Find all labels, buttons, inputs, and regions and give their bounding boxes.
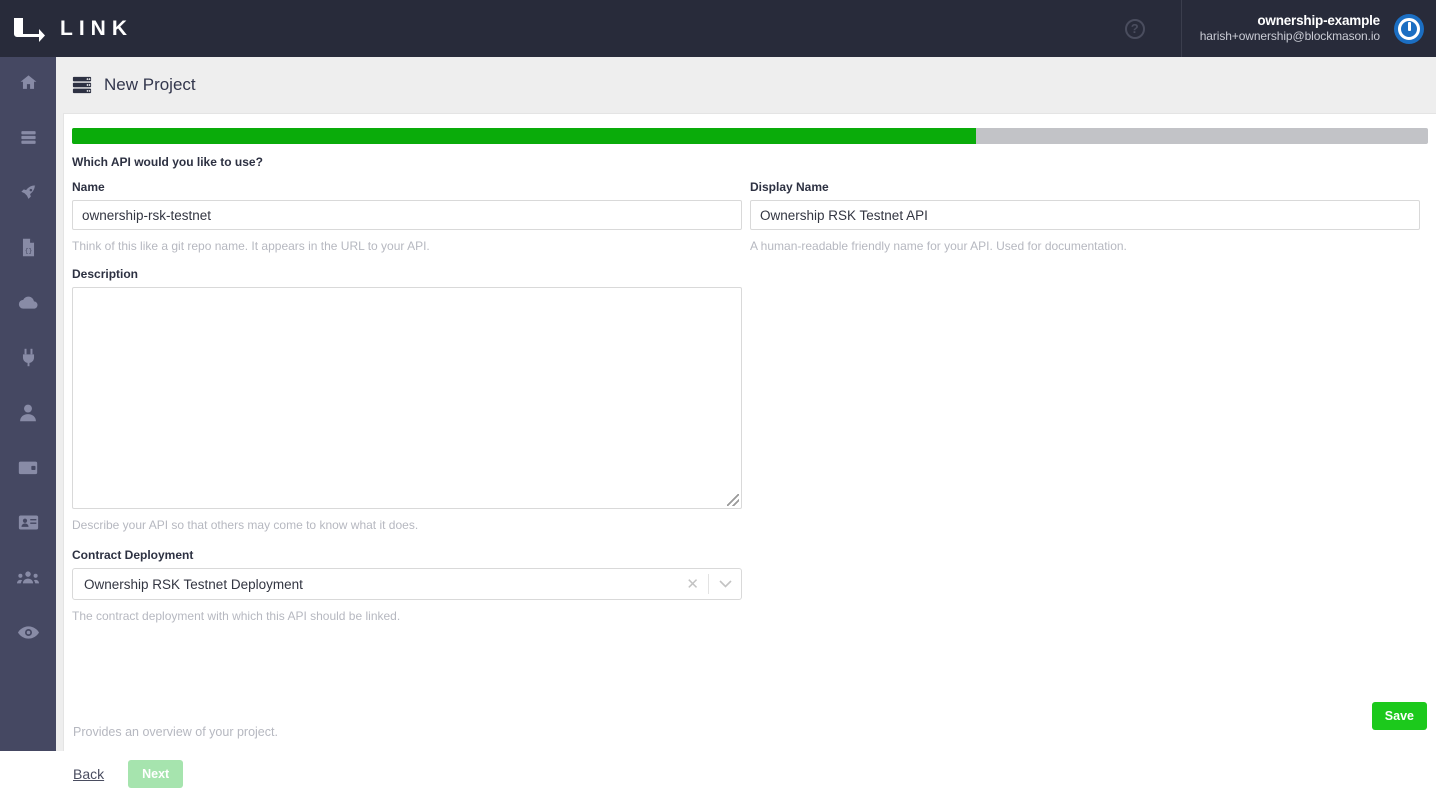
page-header: New Project bbox=[56, 57, 1436, 113]
display-name-label: Display Name bbox=[750, 180, 829, 194]
cloud-icon bbox=[18, 293, 39, 317]
contract-deployment-helper: The contract deployment with which this … bbox=[72, 609, 401, 623]
contract-deployment-label: Contract Deployment bbox=[72, 548, 194, 562]
description-helper: Describe your API so that others may com… bbox=[72, 518, 419, 532]
link-bracket-logo-icon bbox=[12, 16, 46, 42]
section-question: Which API would you like to use? bbox=[72, 155, 263, 169]
chevron-down-icon[interactable] bbox=[709, 580, 741, 588]
field-group-display-name: Display Name A human-readable friendly n… bbox=[750, 180, 1420, 253]
display-name-input[interactable] bbox=[750, 200, 1420, 230]
sidebar-item-monitor[interactable] bbox=[0, 607, 56, 662]
home-icon bbox=[19, 73, 38, 97]
sidebar-item-account[interactable] bbox=[0, 387, 56, 442]
sidebar-item-cloud[interactable] bbox=[0, 277, 56, 332]
brand-logo[interactable]: LINK bbox=[0, 0, 280, 57]
resize-grip-icon[interactable] bbox=[727, 494, 739, 506]
stack-layers-icon bbox=[19, 128, 38, 152]
plug-icon bbox=[20, 348, 37, 372]
question-mark-icon[interactable]: ? bbox=[1124, 18, 1145, 39]
server-rack-icon bbox=[72, 75, 92, 95]
sidebar-item-team[interactable] bbox=[0, 552, 56, 607]
power-logout-icon[interactable] bbox=[1394, 13, 1424, 44]
user-name: ownership-example bbox=[1257, 13, 1380, 28]
file-code-icon: {} bbox=[20, 238, 37, 262]
overview-note: Provides an overview of your project. bbox=[73, 725, 278, 739]
sidebar-item-deployments[interactable] bbox=[0, 167, 56, 222]
name-label: Name bbox=[72, 180, 105, 194]
user-info: ownership-example harish+ownership@block… bbox=[1200, 13, 1380, 44]
description-label: Description bbox=[72, 267, 139, 281]
sidebar-item-contracts[interactable]: {} bbox=[0, 222, 56, 277]
progress-bar-fill bbox=[72, 128, 977, 144]
user-icon bbox=[19, 403, 37, 427]
sidebar-item-home[interactable] bbox=[0, 57, 56, 112]
sidebar-item-wallet[interactable] bbox=[0, 442, 56, 497]
display-name-helper: A human-readable friendly name for your … bbox=[750, 239, 1127, 253]
top-bar: LINK ? ownership-example harish+ownershi… bbox=[0, 0, 1436, 57]
back-link[interactable]: Back bbox=[73, 766, 104, 782]
progress-bar bbox=[72, 128, 1428, 144]
sidebar-item-integrations[interactable] bbox=[0, 332, 56, 387]
sidebar-item-identity[interactable] bbox=[0, 497, 56, 552]
name-input[interactable] bbox=[72, 200, 742, 230]
sidebar: {} bbox=[0, 57, 56, 751]
brand-name: LINK bbox=[60, 16, 133, 40]
contract-deployment-select[interactable]: Ownership RSK Testnet Deployment ✕ bbox=[72, 568, 742, 600]
description-textarea[interactable] bbox=[73, 288, 741, 508]
description-textarea-wrapper[interactable] bbox=[72, 287, 742, 509]
user-menu[interactable]: ownership-example harish+ownership@block… bbox=[1180, 0, 1436, 57]
wallet-icon bbox=[18, 458, 38, 482]
field-group-description: Description Describe your API so that ot… bbox=[72, 267, 1428, 532]
close-x-icon[interactable]: ✕ bbox=[677, 577, 708, 592]
rocket-icon bbox=[19, 183, 38, 207]
power-icon-stem bbox=[1407, 21, 1411, 31]
users-group-icon bbox=[17, 568, 39, 592]
power-icon-ring bbox=[1398, 17, 1420, 40]
user-email: harish+ownership@blockmason.io bbox=[1199, 29, 1380, 43]
next-button[interactable]: Next bbox=[128, 760, 184, 788]
eye-icon bbox=[17, 623, 39, 647]
wizard-nav: Back Next bbox=[73, 760, 184, 788]
field-group-contract-deployment: Contract Deployment Ownership RSK Testne… bbox=[72, 548, 1428, 623]
save-button[interactable]: Save bbox=[1371, 702, 1427, 730]
page-title: New Project bbox=[104, 75, 196, 94]
contract-deployment-value: Ownership RSK Testnet Deployment bbox=[84, 576, 303, 592]
new-project-card: Which API would you like to use? Name Th… bbox=[63, 113, 1436, 788]
id-card-icon bbox=[18, 513, 39, 537]
svg-text:{}: {} bbox=[24, 247, 32, 254]
content-area: New Project Which API would you like to … bbox=[56, 57, 1436, 788]
field-group-name: Name Think of this like a git repo name.… bbox=[72, 180, 742, 253]
name-helper: Think of this like a git repo name. It a… bbox=[72, 239, 430, 253]
form-row-names: Name Think of this like a git repo name.… bbox=[72, 180, 1428, 253]
sidebar-item-projects[interactable] bbox=[0, 112, 56, 167]
